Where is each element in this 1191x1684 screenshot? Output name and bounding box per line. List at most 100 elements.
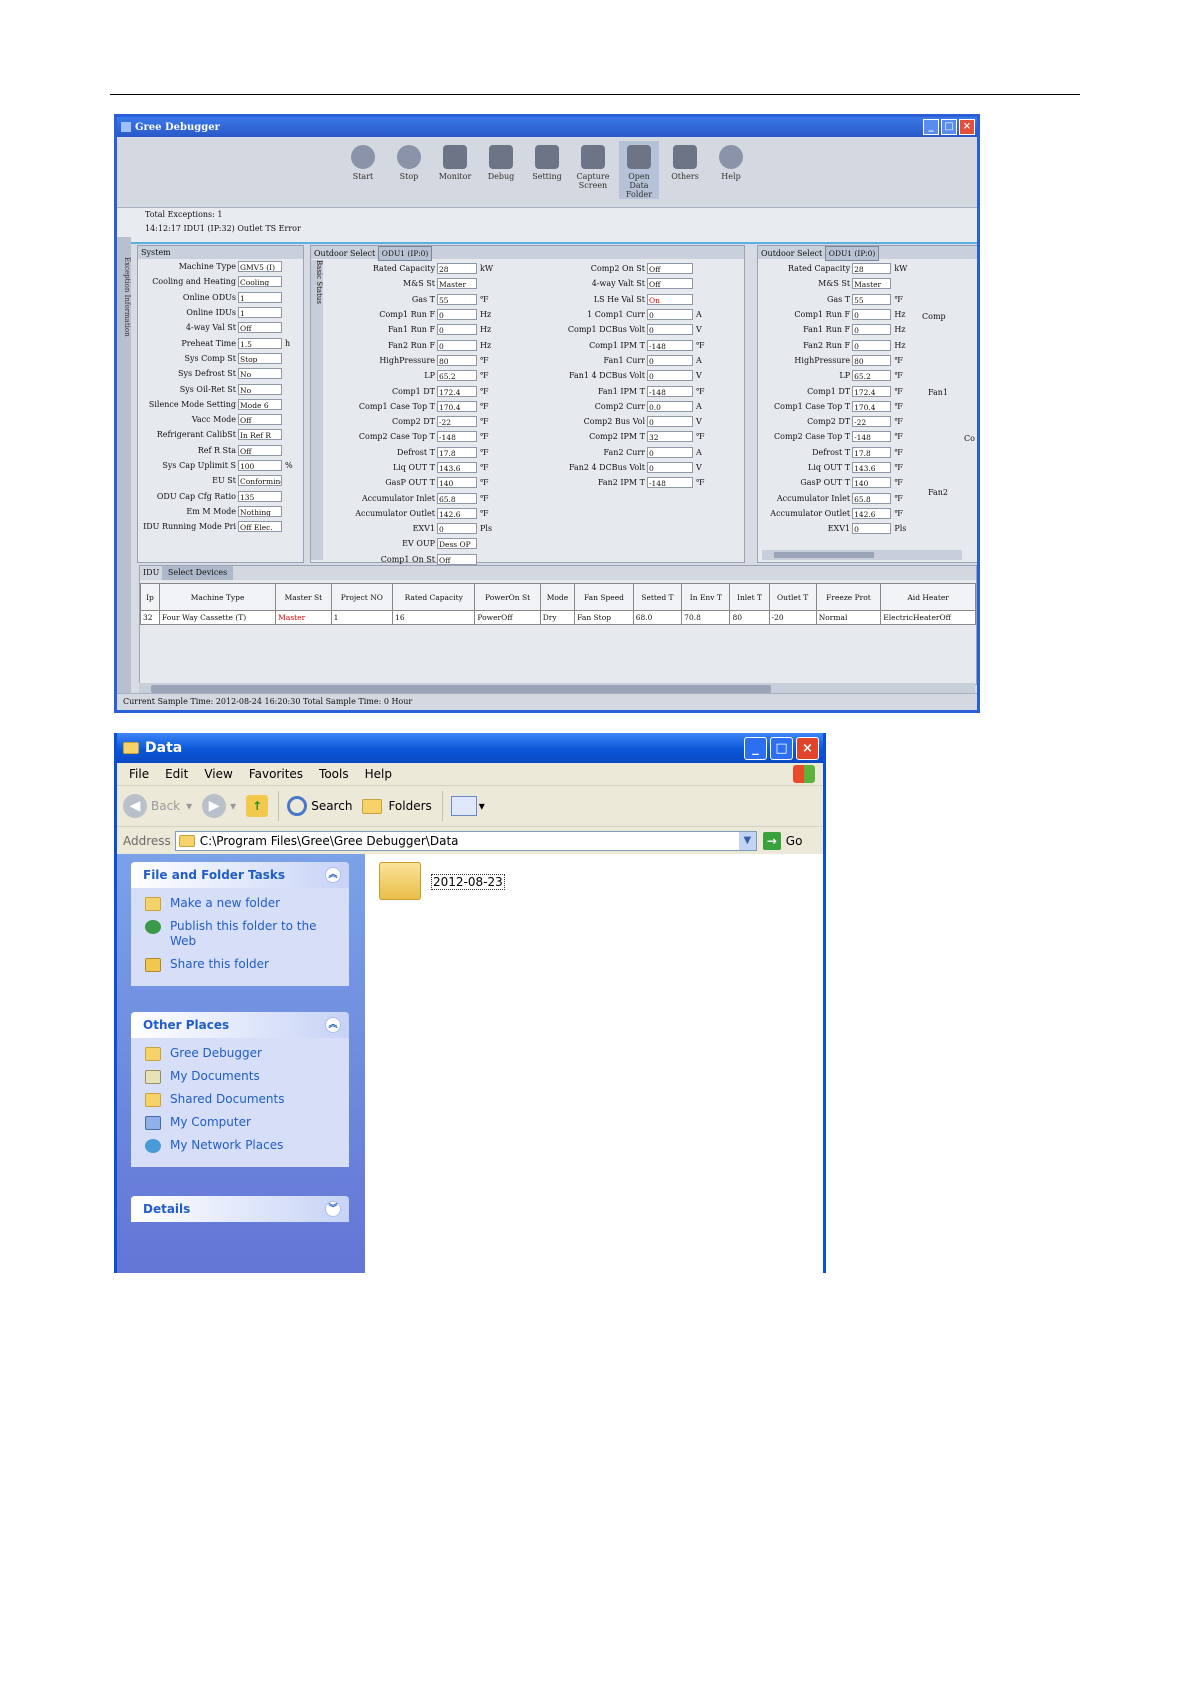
param-unit: Hz xyxy=(480,340,492,350)
other-places-header[interactable]: Other Places ︽ xyxy=(131,1012,349,1038)
publish-folder-link[interactable]: Publish this folder to the Web xyxy=(145,919,337,949)
back-button[interactable]: ◀ Back ▾ xyxy=(123,794,192,818)
column-header[interactable]: Inlet T xyxy=(729,583,770,611)
column-header[interactable]: Rated Capacity xyxy=(392,583,476,611)
help-button[interactable]: Help xyxy=(711,141,751,181)
close-icon[interactable]: × xyxy=(796,736,819,760)
minimize-icon[interactable]: _ xyxy=(744,736,767,760)
column-header[interactable]: Project NO xyxy=(330,583,394,611)
column-header[interactable]: PowerOn St xyxy=(474,583,541,611)
column-header[interactable]: Machine Type xyxy=(158,583,277,611)
forward-button[interactable]: ▶ ▾ xyxy=(202,794,236,818)
param-row: Comp2 Bus Vol 0 V xyxy=(525,414,735,429)
param-value: 55 xyxy=(852,293,892,305)
column-header[interactable]: Aid Heater xyxy=(880,583,976,611)
share-folder-link[interactable]: Share this folder xyxy=(145,957,337,972)
details-header[interactable]: Details ︾ xyxy=(131,1196,349,1222)
setting-button[interactable]: Setting xyxy=(527,141,567,181)
menu-help[interactable]: Help xyxy=(357,767,400,781)
menu-view[interactable]: View xyxy=(196,767,240,781)
open-data-folder-button[interactable]: Open Data Folder xyxy=(619,141,659,199)
stop-button[interactable]: Stop xyxy=(389,141,429,181)
param-label: Sys Defrost St xyxy=(178,369,236,379)
address-input[interactable]: C:\Program Files\Gree\Gree Debugger\Data… xyxy=(174,831,757,851)
param-label: Comp2 Case Top T xyxy=(774,432,851,442)
basic-status-strip[interactable]: Basic Status xyxy=(311,260,323,560)
make-new-folder-link[interactable]: Make a new folder xyxy=(145,896,337,911)
param-row: Liq OUT T 143.6 ℉ xyxy=(760,460,910,475)
param-value: 0 xyxy=(852,339,892,351)
param-value: 80 xyxy=(852,354,892,366)
outdoor-select-dropdown[interactable]: ODU1 (IP:0) xyxy=(377,246,433,261)
place-my-network-places[interactable]: My Network Places xyxy=(145,1138,337,1153)
param-label: Accumulator Inlet xyxy=(361,493,435,503)
folder-name[interactable]: 2012-08-23 xyxy=(431,874,505,890)
param-value: 143.6 xyxy=(437,462,477,473)
column-header[interactable]: Fan Speed xyxy=(574,583,634,611)
param-unit: ℉ xyxy=(480,493,489,503)
place-my-computer[interactable]: My Computer xyxy=(145,1115,337,1130)
expand-chevron-icon[interactable]: ︾ xyxy=(325,1201,341,1217)
back-dropdown-icon[interactable]: ▾ xyxy=(186,799,192,813)
close-icon[interactable]: × xyxy=(959,119,975,135)
capture-screen-button[interactable]: Capture Screen xyxy=(573,141,613,190)
param-value: -22 xyxy=(852,416,892,428)
windows-logo-icon xyxy=(793,765,815,783)
column-header[interactable]: Freeze Prot xyxy=(815,583,882,611)
folders-button[interactable]: Folders xyxy=(362,798,432,814)
panel-scrollbar[interactable] xyxy=(762,550,962,560)
table-row[interactable]: 32 Four Way Cassette (T) Master 1 16 PowerOff… xyxy=(140,610,976,625)
scroll-thumb[interactable] xyxy=(151,685,771,693)
forward-dropdown-icon[interactable]: ▾ xyxy=(230,799,236,813)
collapse-chevron-icon[interactable]: ︽ xyxy=(325,1017,341,1033)
up-folder-button[interactable]: ↑ xyxy=(246,795,269,817)
param-unit: h xyxy=(285,338,291,348)
exception-info-strip[interactable]: Exception Information xyxy=(117,237,131,710)
param-value: On xyxy=(647,293,693,305)
param-row: Comp2 Case Top T -148 ℉ xyxy=(760,429,910,444)
debug-button[interactable]: Debug xyxy=(481,141,521,181)
column-header[interactable]: Mode xyxy=(539,583,576,611)
panel-scroll-thumb[interactable] xyxy=(774,552,874,558)
collapse-chevron-icon[interactable]: ︽ xyxy=(325,867,341,883)
param-label: Comp1 DCBus Volt xyxy=(567,325,645,335)
menu-edit[interactable]: Edit xyxy=(157,767,196,781)
folder-icon[interactable] xyxy=(379,862,421,900)
param-row: EV OUP Dess OP xyxy=(323,536,523,551)
others-button[interactable]: Others xyxy=(665,141,705,181)
monitor-icon xyxy=(443,145,467,169)
param-label: Defrost T xyxy=(397,447,435,457)
menu-file[interactable]: File xyxy=(121,767,157,781)
param-value: 142.6 xyxy=(437,507,477,519)
capture-label: Capture Screen xyxy=(576,172,610,190)
minimize-icon[interactable]: _ xyxy=(923,119,939,135)
param-label: Rated Capacity xyxy=(372,264,435,274)
column-header[interactable]: Ip xyxy=(140,583,160,611)
table-cell: Four Way Cassette (T) xyxy=(158,610,277,625)
column-header[interactable]: Outlet T xyxy=(768,583,817,611)
search-button[interactable]: Search xyxy=(287,796,352,816)
menu-tools[interactable]: Tools xyxy=(311,767,357,781)
maximize-icon[interactable]: □ xyxy=(941,119,957,135)
param-row: Fan2 Run F 0 Hz xyxy=(323,337,523,352)
select-devices-tab[interactable]: Select Devices xyxy=(161,566,234,580)
place-my-documents[interactable]: My Documents xyxy=(145,1069,337,1084)
place-shared-documents[interactable]: Shared Documents xyxy=(145,1092,337,1107)
param-row: Vacc Mode Off xyxy=(138,412,303,427)
column-header[interactable]: In Env T xyxy=(681,583,731,611)
start-button[interactable]: Start xyxy=(343,141,383,181)
address-dropdown-icon[interactable]: ▼ xyxy=(738,832,756,850)
go-button[interactable]: → Go xyxy=(762,832,802,850)
file-folder-tasks-header[interactable]: File and Folder Tasks ︽ xyxy=(131,862,349,888)
column-header[interactable]: Master St xyxy=(275,583,332,611)
place-gree-debugger[interactable]: Gree Debugger xyxy=(145,1046,337,1061)
param-label: Comp1 DT xyxy=(807,386,851,396)
monitor-button[interactable]: Monitor xyxy=(435,141,475,181)
column-header[interactable]: Setted T xyxy=(632,583,683,611)
maximize-icon[interactable]: □ xyxy=(770,736,793,760)
param-unit: ℉ xyxy=(894,355,903,365)
views-button[interactable]: ▾ xyxy=(450,796,485,816)
outdoor-select-dropdown-2[interactable]: ODU1 (IP:0) xyxy=(824,246,880,261)
param-value: No xyxy=(238,368,282,380)
menu-favorites[interactable]: Favorites xyxy=(241,767,311,781)
